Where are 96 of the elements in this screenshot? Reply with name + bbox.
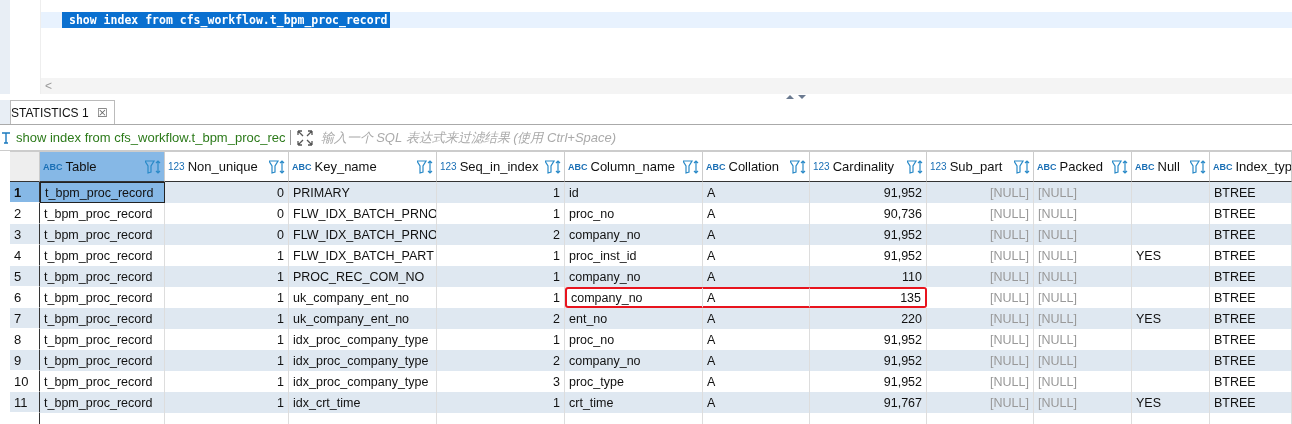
table-cell: 1 xyxy=(437,266,565,287)
column-header[interactable]: ABC Index_typ xyxy=(1210,152,1292,182)
table-cell: BTREE xyxy=(1210,224,1292,245)
table-cell: [NULL] xyxy=(1034,350,1132,371)
table-cell: A xyxy=(703,182,810,203)
table-cell: 0 xyxy=(165,224,289,245)
table-cell: [NULL] xyxy=(927,392,1034,413)
column-header[interactable]: 123 Seq_in_index xyxy=(437,152,565,182)
table-cell: YES xyxy=(1132,392,1210,413)
table-cell: id xyxy=(565,182,703,203)
table-cell: company_no xyxy=(565,350,703,371)
table-cell: 91,952 xyxy=(810,350,927,371)
filter-sort-icon[interactable] xyxy=(1190,159,1206,174)
table-cell: A xyxy=(703,350,810,371)
filter-sort-icon[interactable] xyxy=(417,159,433,174)
splitter-arrows-icon[interactable] xyxy=(785,94,807,100)
table-cell: BTREE xyxy=(1210,308,1292,329)
filter-sort-icon[interactable] xyxy=(545,159,561,174)
table-cell: 110 xyxy=(810,266,927,287)
column-header[interactable]: 123 Non_unique xyxy=(165,152,289,182)
table-cell: 2 xyxy=(437,224,565,245)
table-cell: 2 xyxy=(437,350,565,371)
table-cell: crt_time xyxy=(565,392,703,413)
column-header[interactable]: 123 Sub_part xyxy=(927,152,1034,182)
table-cell: 1 xyxy=(165,266,289,287)
table-cell: uk_company_ent_no xyxy=(289,308,437,329)
filter-sort-icon[interactable] xyxy=(907,159,923,174)
result-tab[interactable]: STATISTICS 1 ☒ xyxy=(10,100,115,124)
table-cell: company_no xyxy=(565,224,703,245)
table-cell: 2 xyxy=(437,308,565,329)
filter-sort-icon[interactable] xyxy=(790,159,806,174)
table-cell: A xyxy=(703,224,810,245)
table-cell: 1 xyxy=(165,392,289,413)
table-cell: company_no xyxy=(565,266,703,287)
table-cell: A xyxy=(703,308,810,329)
side-panel xyxy=(0,100,10,124)
filter-sort-icon[interactable] xyxy=(1014,159,1030,174)
sql-statement: show index from cfs_workflow.t_bpm_proc_record xyxy=(62,12,390,28)
table-cell: [NULL] xyxy=(927,266,1034,287)
table-cell: PRIMARY xyxy=(289,182,437,203)
table-cell: BTREE xyxy=(1210,266,1292,287)
table-cell: t_bpm_proc_record xyxy=(40,392,165,413)
table-cell: 1 xyxy=(165,350,289,371)
table-cell: 1 xyxy=(437,182,565,203)
table-cell: t_bpm_proc_record xyxy=(40,182,165,203)
table-cell: [NULL] xyxy=(1034,182,1132,203)
filter-icon xyxy=(2,131,10,144)
table-cell: 220 xyxy=(810,308,927,329)
row-number[interactable]: 7 xyxy=(10,308,40,329)
column-header[interactable]: ABC Collation xyxy=(703,152,810,182)
table-cell: t_bpm_proc_record xyxy=(40,224,165,245)
table-cell: PROC_REC_COM_NO xyxy=(289,266,437,287)
table-cell: 1 xyxy=(437,392,565,413)
table-cell: 91,767 xyxy=(810,392,927,413)
row-number[interactable]: 1 xyxy=(10,182,40,203)
column-header[interactable]: ABC Key_name xyxy=(289,152,437,182)
table-cell: 91,952 xyxy=(810,182,927,203)
table-cell: A xyxy=(703,266,810,287)
table-cell: [NULL] xyxy=(1034,308,1132,329)
table-cell: [NULL] xyxy=(1034,266,1132,287)
column-header[interactable]: 123 Cardinality xyxy=(810,152,927,182)
table-cell: BTREE xyxy=(1210,182,1292,203)
close-icon[interactable]: ☒ xyxy=(96,105,108,120)
table-cell: [NULL] xyxy=(927,308,1034,329)
table-cell: 1 xyxy=(165,308,289,329)
table-cell: t_bpm_proc_record xyxy=(40,308,165,329)
table-cell: t_bpm_proc_record xyxy=(40,350,165,371)
table-cell: BTREE xyxy=(1210,350,1292,371)
filter-sort-icon[interactable] xyxy=(683,159,699,174)
table-cell: A xyxy=(703,392,810,413)
table-cell: [NULL] xyxy=(927,350,1034,371)
column-header[interactable]: ABC Packed xyxy=(1034,152,1132,182)
table-cell: BTREE xyxy=(1210,392,1292,413)
table-cell: idx_proc_company_type xyxy=(289,350,437,371)
table-cell: [NULL] xyxy=(927,224,1034,245)
table-cell: [NULL] xyxy=(927,182,1034,203)
row-number[interactable]: 3 xyxy=(10,224,40,245)
table-cell: 91,952 xyxy=(810,224,927,245)
table-cell: 0 xyxy=(165,182,289,203)
table-cell: company_no xyxy=(565,287,703,308)
table-cell: YES xyxy=(1132,308,1210,329)
column-header[interactable]: ABC Column_name xyxy=(565,152,703,182)
table-cell: ent_no xyxy=(565,308,703,329)
table-cell: [NULL] xyxy=(1034,392,1132,413)
filter-sort-icon[interactable] xyxy=(1112,159,1128,174)
row-number[interactable]: 11 xyxy=(10,392,40,413)
column-header[interactable]: ABC Table xyxy=(40,152,165,182)
table-cell: [NULL] xyxy=(1034,224,1132,245)
query-text: show index from cfs_workflow.t_bpm_proc_rec xyxy=(16,130,291,145)
expand-icon[interactable] xyxy=(296,129,313,146)
filter-sort-icon[interactable] xyxy=(269,159,285,174)
row-number[interactable]: 9 xyxy=(10,350,40,371)
table-cell: idx_crt_time xyxy=(289,392,437,413)
row-number[interactable]: 5 xyxy=(10,266,40,287)
table-cell: t_bpm_proc_record xyxy=(40,266,165,287)
column-header[interactable]: ABC Null xyxy=(1132,152,1210,182)
